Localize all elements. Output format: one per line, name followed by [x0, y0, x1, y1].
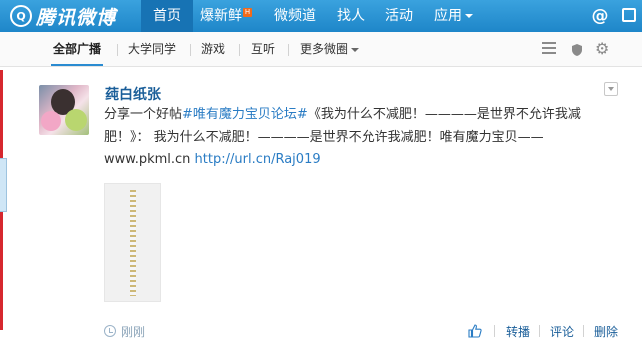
hashtag-link[interactable]: #唯有魔力宝贝论坛# — [182, 107, 308, 122]
nav-apps[interactable]: 应用 — [434, 0, 473, 32]
post-body: 分享一个好帖#唯有魔力宝贝论坛#《我为什么不减肥！————是世界不允许我减肥！》… — [104, 107, 581, 167]
tab-mutual-listen[interactable]: 互听 — [251, 32, 275, 66]
mention-at-icon[interactable]: @ — [591, 5, 609, 27]
tab-all-broadcasts[interactable]: 全部广播 — [50, 32, 104, 66]
divider — [583, 325, 584, 337]
chevron-down-icon — [465, 14, 473, 18]
hot-badge: H — [243, 8, 252, 17]
nav-micro-channel[interactable]: 微频道 — [274, 0, 316, 32]
repost-button[interactable]: 转播 — [506, 323, 530, 340]
post-author-name[interactable]: 莼白纸张 — [105, 84, 161, 104]
divider — [239, 44, 240, 56]
post-menu-dropdown[interactable] — [604, 82, 618, 96]
short-url-link[interactable]: http://url.cn/Raj019 — [195, 152, 321, 167]
nav-hot-fresh[interactable]: 爆新鲜 H — [200, 0, 252, 32]
tab-games[interactable]: 游戏 — [201, 32, 225, 66]
message-icon[interactable] — [622, 8, 636, 22]
logo-text: 腾讯微博 — [36, 6, 117, 29]
divider — [117, 44, 118, 56]
divider — [494, 325, 495, 337]
tencent-weibo-logo[interactable]: Q 腾讯微博 — [10, 4, 117, 29]
divider — [190, 44, 191, 56]
delete-button[interactable]: 删除 — [594, 323, 618, 340]
avatar[interactable] — [39, 85, 89, 135]
thumbs-up-icon[interactable] — [468, 323, 482, 338]
chevron-down-icon — [351, 47, 360, 52]
divider — [288, 44, 289, 56]
nav-home[interactable]: 首页 — [141, 0, 193, 32]
shield-icon[interactable] — [570, 42, 584, 56]
gear-icon[interactable]: ⚙ — [595, 41, 609, 57]
side-thumbnail-edge[interactable] — [0, 158, 7, 212]
sub-navbar: 全部广播 大学同学 游戏 互听 更多微圈 ⚙ — [0, 32, 642, 67]
nav-find-people[interactable]: 找人 — [337, 0, 365, 32]
top-navbar: Q 腾讯微博 首页 爆新鲜 H 微频道 找人 活动 应用 @ — [0, 0, 642, 32]
logo-icon: Q — [10, 5, 32, 27]
post-timestamp[interactable]: 刚刚 — [121, 323, 145, 340]
post-image-thumbnail[interactable] — [104, 183, 161, 302]
comment-button[interactable]: 评论 — [550, 323, 574, 340]
tab-more-circles[interactable]: 更多微圈 — [300, 32, 360, 66]
divider — [539, 325, 540, 337]
tab-college-classmates[interactable]: 大学同学 — [128, 32, 176, 66]
clock-icon — [104, 325, 116, 337]
list-view-icon[interactable] — [542, 42, 556, 56]
nav-activities[interactable]: 活动 — [385, 0, 413, 32]
